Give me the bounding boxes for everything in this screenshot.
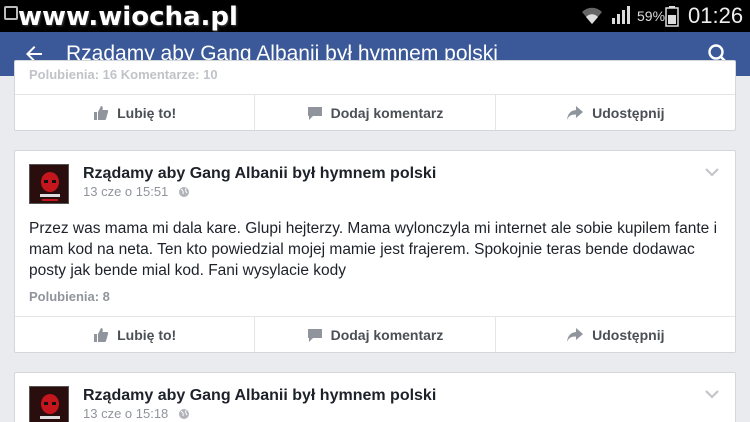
share-button[interactable]: Udostępnij [496,317,735,352]
battery-percent: 59% [637,8,666,24]
share-label: Udostępnij [592,326,665,343]
comment-icon [307,328,322,342]
globe-icon [178,187,189,197]
post-card: Rządamy aby Gang Albanii był hymnem pols… [14,150,736,353]
avatar[interactable] [29,164,69,204]
comment-icon [307,106,322,120]
post-time-text: 13 cze o 15:51 [83,184,169,199]
post-timestamp[interactable]: 13 cze o 15:51 [83,184,190,199]
post-actions: Lubię to! Dodaj komentarz Udostępnij [15,94,735,130]
thumbs-up-icon [94,327,109,342]
battery-icon [665,6,679,27]
globe-icon [178,409,189,419]
post-time-text: 13 cze o 15:18 [83,406,169,421]
page-logo-icon [30,387,68,422]
post-text: Przez was mama mi dala kare. Glupi hejte… [29,220,718,279]
thumbs-up-icon [94,105,109,120]
share-button[interactable]: Udostępnij [496,95,735,130]
post-stats: Polubienia: 16 Komentarze: 10 [29,67,218,82]
post-author[interactable]: Rządamy aby Gang Albanii był hymnem pols… [83,165,436,183]
post-likes[interactable]: Polubienia: 8 [29,289,110,304]
chevron-down-icon[interactable] [705,167,719,177]
like-button[interactable]: Lubię to! [15,95,256,130]
comment-button[interactable]: Dodaj komentarz [255,95,496,130]
share-label: Udostępnij [592,104,665,121]
clock: 01:26 [688,3,744,28]
like-label: Lubię to! [117,326,177,343]
notification-icon [4,6,18,20]
like-button[interactable]: Lubię to! [15,317,256,352]
chevron-down-icon[interactable] [705,389,719,399]
post-actions: Lubię to! Dodaj komentarz Udostępnij [15,316,735,352]
page-logo-icon [30,165,68,203]
watermark: www.wiocha.pl [18,2,238,32]
avatar[interactable] [29,386,69,422]
comment-label: Dodaj komentarz [330,326,444,343]
like-label: Lubię to! [117,104,177,121]
post-card-previous: Polubienia: 16 Komentarze: 10 Lubię to! … [14,60,736,131]
post-card-next: Rządamy aby Gang Albanii był hymnem pols… [14,372,736,422]
wifi-icon [582,7,602,25]
share-icon [567,327,584,342]
comment-button[interactable]: Dodaj komentarz [255,317,496,352]
share-icon [567,105,584,120]
post-timestamp[interactable]: 13 cze o 15:18 [83,406,190,421]
status-bar: www.wiocha.pl 59% 01:26 [0,0,750,32]
comment-label: Dodaj komentarz [330,104,444,121]
signal-icon [612,6,630,24]
post-author[interactable]: Rządamy aby Gang Albanii był hymnem pols… [83,387,436,405]
